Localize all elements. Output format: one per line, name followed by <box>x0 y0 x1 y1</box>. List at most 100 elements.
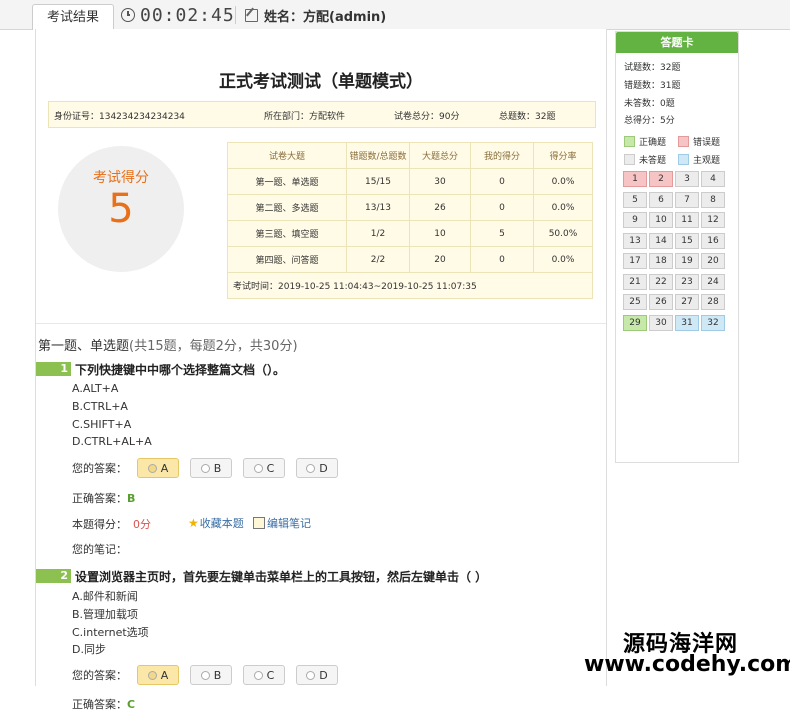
table-header: 错题数/总题数 <box>346 142 410 169</box>
legend-wrong: 错误题 <box>678 135 720 148</box>
answer-card-cell-2[interactable]: 2 <box>649 171 673 187</box>
legend-unanswered: 未答题 <box>624 153 666 166</box>
answer-card-cell-10[interactable]: 10 <box>649 212 673 228</box>
question-header: 2 设置浏览器主页时，首先要左键单击菜单栏上的工具按钮，然后左键单击（ ） <box>36 567 487 585</box>
wrong-count: 错题数：31题 <box>624 81 681 91</box>
answer-card-cell-16[interactable]: 16 <box>701 232 725 249</box>
table-cell: 1/2 <box>346 220 410 247</box>
correct-answer-value: B <box>127 492 136 505</box>
option-b: B.管理加载项 <box>72 608 139 621</box>
radio-icon <box>306 463 316 473</box>
table-header: 得分率 <box>533 142 593 169</box>
answer-button-d[interactable]: D <box>296 458 338 478</box>
table-cell: 30 <box>409 168 471 195</box>
option-b: B.CTRL+A <box>72 400 128 413</box>
answer-button-a[interactable]: A <box>137 458 179 478</box>
table-cell: 10 <box>409 220 471 247</box>
table-row: 考试时间：2019-10-25 11:04:43~2019-10-25 11:0… <box>227 272 593 299</box>
tab-exam-result[interactable]: 考试结果 <box>32 4 114 30</box>
answer-card-cell-25[interactable]: 25 <box>623 294 647 310</box>
answer-card-cell-14[interactable]: 14 <box>649 232 673 249</box>
answer-button-b[interactable]: B <box>190 458 232 478</box>
answer-card-cell-7[interactable]: 7 <box>675 191 699 208</box>
answer-card-cell-12[interactable]: 12 <box>701 212 725 228</box>
answer-card-cell-17[interactable]: 17 <box>623 253 647 269</box>
answer-card-cell-3[interactable]: 3 <box>675 171 699 187</box>
answer-button-c[interactable]: C <box>243 458 285 478</box>
answer-card: 答题卡 试题数：32题 错题数：31题 未答数：0题 总得分：5分 正确题 错误… <box>615 31 739 463</box>
table-row: 第四题、问答题 2/2 20 0 0.0% <box>227 246 593 273</box>
table-cell: 第三题、填空题 <box>227 220 347 247</box>
table-cell: 0.0% <box>533 194 593 221</box>
answer-button-a[interactable]: A <box>137 665 179 685</box>
score-circle: 考试得分 5 <box>58 146 184 272</box>
answer-card-cell-27[interactable]: 27 <box>675 294 699 310</box>
answer-card-cell-13[interactable]: 13 <box>623 232 647 249</box>
answer-card-cell-9[interactable]: 9 <box>623 212 647 228</box>
favorite-label: 收藏本题 <box>199 517 244 530</box>
table-row: 第三题、填空题 1/2 10 5 50.0% <box>227 220 593 247</box>
favorite-button[interactable]: ★ 收藏本题 <box>188 515 244 531</box>
answer-card-cell-6[interactable]: 6 <box>649 191 673 208</box>
answer-card-cell-28[interactable]: 28 <box>701 294 725 310</box>
correct-answer-label: 正确答案： <box>72 698 127 711</box>
answer-card-cell-1[interactable]: 1 <box>623 171 647 187</box>
total-questions: 总题数：32题 <box>499 112 556 122</box>
answer-card-cell-30[interactable]: 30 <box>649 314 673 331</box>
answer-card-cell-4[interactable]: 4 <box>701 171 725 187</box>
button-label: A <box>160 668 169 682</box>
button-label: D <box>319 668 328 682</box>
answer-card-cell-21[interactable]: 21 <box>623 273 647 290</box>
option-a: A.邮件和新闻 <box>72 590 138 603</box>
answer-card-cell-11[interactable]: 11 <box>675 212 699 228</box>
correct-answer-value: C <box>127 698 136 711</box>
table-row: 第一题、单选题 15/15 30 0 0.0% <box>227 168 593 195</box>
table-header: 试卷大题 <box>227 142 347 169</box>
answer-card-cell-29[interactable]: 29 <box>623 314 647 331</box>
answer-button-c[interactable]: C <box>243 665 285 685</box>
legend-correct: 正确题 <box>624 135 666 148</box>
top-bar: 考试结果 00:02:45 姓名：方配(admin) <box>0 0 790 30</box>
question-number: 2 <box>36 569 71 583</box>
button-label: D <box>319 461 328 475</box>
legend-label: 错误题 <box>693 138 721 148</box>
option-c: C.SHIFT+A <box>72 418 132 431</box>
radio-icon <box>253 463 263 473</box>
table-cell: 0 <box>470 194 534 221</box>
divider <box>36 323 606 324</box>
button-label: B <box>213 461 222 475</box>
clock-icon <box>121 8 135 22</box>
table-cell: 26 <box>409 194 471 221</box>
answer-card-cell-22[interactable]: 22 <box>649 273 673 290</box>
answer-card-cell-18[interactable]: 18 <box>649 253 673 269</box>
answer-card-cell-5[interactable]: 5 <box>623 191 647 208</box>
answer-card-cell-19[interactable]: 19 <box>675 253 699 269</box>
radio-icon <box>147 463 157 473</box>
table-cell: 0.0% <box>533 168 593 195</box>
edit-notes-label: 编辑笔记 <box>267 517 311 530</box>
stats-table: 试卷大题 错题数/总题数 大题总分 我的得分 得分率 第一题、单选题 15/15… <box>227 142 593 299</box>
answer-card-cell-23[interactable]: 23 <box>675 273 699 290</box>
answer-card-cell-32[interactable]: 32 <box>701 314 725 331</box>
answer-card-cell-24[interactable]: 24 <box>701 273 725 290</box>
section-title: 第一题、单选题(共15题，每题2分，共30分) <box>38 335 298 354</box>
radio-icon <box>253 670 263 680</box>
table-cell: 第四题、问答题 <box>227 246 347 273</box>
table-cell: 第二题、多选题 <box>227 194 347 221</box>
table-cell: 20 <box>409 246 471 273</box>
answer-card-cell-15[interactable]: 15 <box>675 232 699 249</box>
answer-card-cell-26[interactable]: 26 <box>649 294 673 310</box>
answer-card-cell-31[interactable]: 31 <box>675 314 699 331</box>
table-header: 大题总分 <box>409 142 471 169</box>
your-answer-label: 您的答案： <box>72 669 127 682</box>
answer-button-b[interactable]: B <box>190 665 232 685</box>
edit-notes-button[interactable]: 编辑笔记 <box>253 515 311 531</box>
answer-card-cell-8[interactable]: 8 <box>701 191 725 208</box>
table-cell: 15/15 <box>346 168 410 195</box>
table-cell: 0.0% <box>533 246 593 273</box>
legend-subjective: 主观题 <box>678 153 720 166</box>
answer-button-d[interactable]: D <box>296 665 338 685</box>
answer-card-cell-20[interactable]: 20 <box>701 253 725 269</box>
correct-answer: 正确答案：B <box>72 490 135 506</box>
answer-row: 您的答案： A B C D <box>72 665 349 685</box>
